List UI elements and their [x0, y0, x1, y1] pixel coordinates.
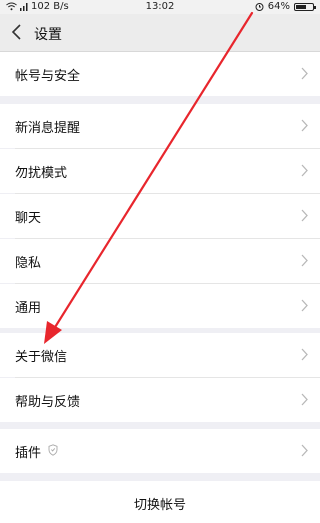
settings-item-label: 帐号与安全	[15, 69, 81, 84]
switch-account-label: 切换帐号	[133, 498, 186, 513]
alarm-icon	[255, 3, 264, 11]
shield-icon	[48, 444, 58, 456]
settings-item-help-feedback[interactable]: 帮助与反馈	[0, 378, 320, 422]
chevron-right-icon	[301, 393, 308, 406]
settings-item-do-not-disturb[interactable]: 勿扰模式	[0, 149, 320, 193]
settings-item-label: 隐私	[15, 256, 42, 271]
chevron-right-icon	[301, 299, 308, 312]
chevron-right-icon	[301, 119, 308, 132]
settings-item-label: 关于微信	[15, 350, 68, 365]
switch-account-button[interactable]: 切换帐号	[0, 481, 320, 523]
chevron-right-icon	[301, 444, 308, 457]
settings-item-privacy[interactable]: 隐私	[0, 239, 320, 283]
settings-item-label: 插件	[15, 446, 42, 461]
status-right: 64%	[255, 1, 316, 12]
chevron-right-icon	[301, 254, 308, 267]
settings-item-label: 通用	[15, 301, 42, 316]
battery-icon	[294, 2, 316, 11]
settings-item-label: 勿扰模式	[15, 166, 68, 181]
chevron-right-icon	[301, 348, 308, 361]
chevron-left-icon[interactable]	[10, 23, 26, 41]
battery-level	[296, 4, 306, 9]
settings-item-plugins[interactable]: 插件	[0, 429, 320, 473]
settings-item-new-message-alert[interactable]: 新消息提醒	[0, 104, 320, 148]
settings-item-general[interactable]: 通用	[0, 284, 320, 328]
page-title: 设置	[34, 27, 62, 43]
chevron-right-icon	[301, 164, 308, 177]
nav-header: 设置	[0, 14, 320, 52]
chevron-right-icon	[301, 209, 308, 222]
settings-item-label: 聊天	[15, 211, 42, 226]
chevron-right-icon	[301, 67, 308, 80]
status-bar: 102 B/s 13:02 64%	[0, 0, 320, 14]
settings-item-label: 新消息提醒	[15, 121, 81, 136]
settings-item-about-wechat[interactable]: 关于微信	[0, 333, 320, 377]
battery-percent: 64%	[267, 1, 290, 12]
settings-item-label: 帮助与反馈	[15, 395, 81, 410]
settings-item-account-security[interactable]: 帐号与安全	[0, 52, 320, 96]
settings-item-chat[interactable]: 聊天	[0, 194, 320, 238]
